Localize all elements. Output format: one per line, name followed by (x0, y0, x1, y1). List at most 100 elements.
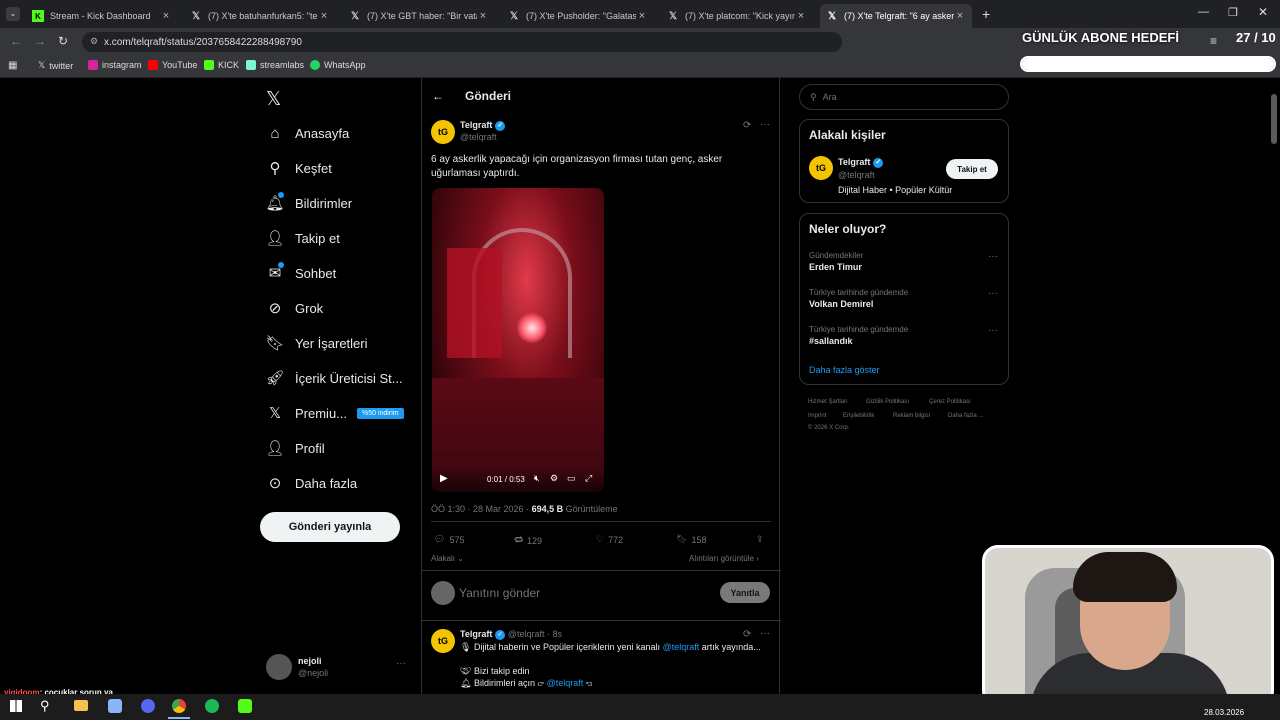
reply-mention-link[interactable]: @telqraft (663, 642, 700, 652)
reply-mention-link-2[interactable]: @telqraft (547, 678, 584, 688)
taskbar-search-icon[interactable]: ⚲ (40, 698, 50, 714)
trend-item[interactable]: Gündemdekiler Erden Timur (809, 251, 999, 272)
bookmark-action[interactable]: 🔖︎ 158 (676, 534, 706, 545)
follow-button[interactable]: Takip et (946, 159, 998, 179)
reply-more-icon[interactable]: ··· (760, 628, 770, 639)
nav-notifications[interactable]: 🔔︎ Bildirimler (265, 192, 352, 212)
footer-link-privacy[interactable]: Gizlilik Politikası (866, 399, 909, 405)
settings-icon[interactable]: ⚙ (550, 473, 558, 484)
author-name-wrap[interactable]: Telgraft ✓ (460, 120, 506, 131)
nav-chat[interactable]: ✉ Sohbet (266, 262, 336, 282)
post-button[interactable]: Gönderi yayınla (260, 512, 400, 542)
bookmark-twitter[interactable]: 𝕏twitter (38, 60, 73, 71)
bookmark-instagram[interactable]: instagram (88, 60, 142, 70)
nav-profile[interactable]: 👤︎ Profil (265, 439, 324, 457)
nav-bookmarks[interactable]: 🔖︎ Yer İşaretleri (265, 334, 367, 352)
windows-start-icon[interactable] (10, 700, 22, 712)
show-more-link[interactable]: Daha fazla göster (809, 365, 880, 375)
author-avatar[interactable]: tG (431, 120, 455, 144)
reply-button[interactable]: Yanıtla (720, 582, 770, 603)
reading-list-icon[interactable]: ≡ (1210, 34, 1217, 48)
footer-link-cookies[interactable]: Çerez Politikası (929, 399, 971, 405)
file-explorer-icon[interactable] (74, 700, 88, 711)
repost-action[interactable]: 🔁︎ 129 (514, 534, 542, 547)
related-toggle[interactable]: Alakalı ⌄ (431, 554, 464, 563)
nav-grok[interactable]: ⊘ Grok (266, 299, 323, 317)
site-info-icon[interactable]: ⚙ (90, 36, 98, 47)
chrome-icon[interactable] (172, 699, 186, 713)
new-tab-button[interactable]: + (982, 6, 990, 22)
tab-close-icon[interactable]: × (160, 10, 172, 22)
footer-link-terms[interactable]: Hizmet Şartları (808, 399, 848, 405)
related-person-avatar[interactable]: tG (809, 156, 833, 180)
tab-close-icon[interactable]: × (954, 10, 966, 22)
reply-input[interactable] (459, 583, 699, 603)
nav-premium[interactable]: 𝕏 Premiu... %50 indirim (266, 404, 404, 422)
grok-explain-icon[interactable]: ⟳ (743, 120, 751, 131)
back-icon[interactable]: ← (10, 34, 22, 48)
tab-x-telgraft[interactable]: 𝕏 (7) X'te Telgraft: "6 ay askerlik y × (820, 4, 972, 28)
trend-item[interactable]: Türkiye tarihinde gündemde Volkan Demire… (809, 288, 999, 309)
nav-explore[interactable]: ⚲ Keşfet (266, 159, 332, 177)
discord-icon[interactable] (141, 699, 155, 713)
share-action[interactable]: ⇪ (756, 534, 764, 545)
address-bar[interactable]: ⚙ x.com/telqraft/status/2037658422288498… (82, 32, 842, 52)
account-switcher[interactable]: nejoli @nejoli ··· (266, 654, 411, 680)
minimize-icon[interactable]: — (1198, 6, 1209, 18)
streaming-app-icon[interactable] (238, 699, 252, 713)
tab-close-icon[interactable]: × (636, 10, 648, 22)
tab-x-batuhanfurkan[interactable]: 𝕏 (7) X'te batuhanfurkan5: "telefo × (184, 4, 336, 28)
tab-close-icon[interactable]: × (795, 10, 807, 22)
pip-icon[interactable]: ▭ (567, 473, 576, 484)
page-scrollbar[interactable] (1271, 94, 1277, 144)
tab-x-pusholder[interactable]: 𝕏 (7) X'te Pusholder: "Galatasaray × (502, 4, 654, 28)
play-icon[interactable]: ▶ (440, 473, 448, 484)
goal-title: GÜNLÜK ABONE HEDEFİ (1022, 30, 1179, 45)
fullscreen-icon[interactable]: ⤢ (585, 473, 592, 484)
view-quotes-link[interactable]: Alıntıları görüntüle › (689, 554, 759, 563)
tab-kick-dashboard[interactable]: K Stream - Kick Dashboard × (26, 4, 178, 28)
post-more-icon[interactable]: ··· (760, 119, 770, 130)
account-more-icon[interactable]: ··· (396, 658, 406, 669)
nav-follow[interactable]: 👤︎ Takip et (265, 229, 339, 247)
reply-grok-icon[interactable]: ⟳ (743, 629, 751, 640)
tab-close-icon[interactable]: × (477, 10, 489, 22)
like-action[interactable]: ♡ 772 (596, 534, 623, 545)
tab-x-gbt-haber[interactable]: 𝕏 (7) X'te GBT haber: "Bir vatanda × (343, 4, 495, 28)
footer-link-ads[interactable]: Reklam bilgisi (893, 413, 930, 419)
trend-name: Erden Timur (809, 262, 862, 272)
trend-more-icon[interactable]: ··· (988, 325, 998, 336)
app-icon[interactable] (108, 699, 122, 713)
reply-action[interactable]: 💬︎ 575 (434, 534, 464, 545)
reply-author-avatar[interactable]: tG (431, 629, 455, 653)
close-window-icon[interactable]: ✕ (1258, 5, 1268, 19)
apps-grid-icon[interactable]: ▦ (8, 60, 17, 71)
restore-icon[interactable]: ❐ (1228, 6, 1238, 19)
tab-x-platcom[interactable]: 𝕏 (7) X'te platcom: "Kick yayıncısı × (661, 4, 813, 28)
bookmark-streamlabs[interactable]: streamlabs (246, 60, 304, 70)
footer-link-accessibility[interactable]: Erişilebilirlik (843, 413, 874, 419)
back-arrow-icon[interactable]: ← (432, 89, 444, 103)
footer-link-more[interactable]: Daha fazla ... (948, 413, 983, 419)
nav-home[interactable]: ⌂ Anasayfa (266, 124, 349, 142)
tab-close-icon[interactable]: × (318, 10, 330, 22)
nav-more[interactable]: ⊙ Daha fazla (266, 474, 357, 492)
reload-icon[interactable]: ↻ (58, 34, 68, 48)
bookmark-whatsapp[interactable]: WhatsApp (310, 60, 366, 70)
mute-icon[interactable]: 🔇︎ (534, 473, 540, 484)
footer-link-imprint[interactable]: Imprint (808, 413, 826, 419)
tab-search-icon[interactable]: ⌄ (6, 7, 20, 21)
spotify-icon[interactable] (205, 699, 219, 713)
search-box[interactable]: ⚲ Ara (799, 84, 1009, 110)
forward-icon[interactable]: → (34, 34, 46, 48)
trend-item[interactable]: Türkiye tarihinde gündemde #sallandık (809, 325, 999, 346)
trend-more-icon[interactable]: ··· (988, 251, 998, 262)
related-person-name-wrap[interactable]: Telgraft ✓ (838, 157, 884, 168)
bookmark-youtube[interactable]: YouTube (148, 60, 197, 70)
bookmark-kick[interactable]: KICK (204, 60, 239, 70)
post-video[interactable]: ▶ 0:01 / 0:53 🔇︎ ⚙ ▭ ⤢ (432, 188, 604, 492)
trend-more-icon[interactable]: ··· (988, 288, 998, 299)
x-logo-icon[interactable]: 𝕏 (266, 88, 281, 111)
reply-author-name[interactable]: Telgraft (460, 629, 492, 639)
nav-creator-studio[interactable]: 🚀︎ İçerik Üreticisi St... (265, 369, 402, 387)
